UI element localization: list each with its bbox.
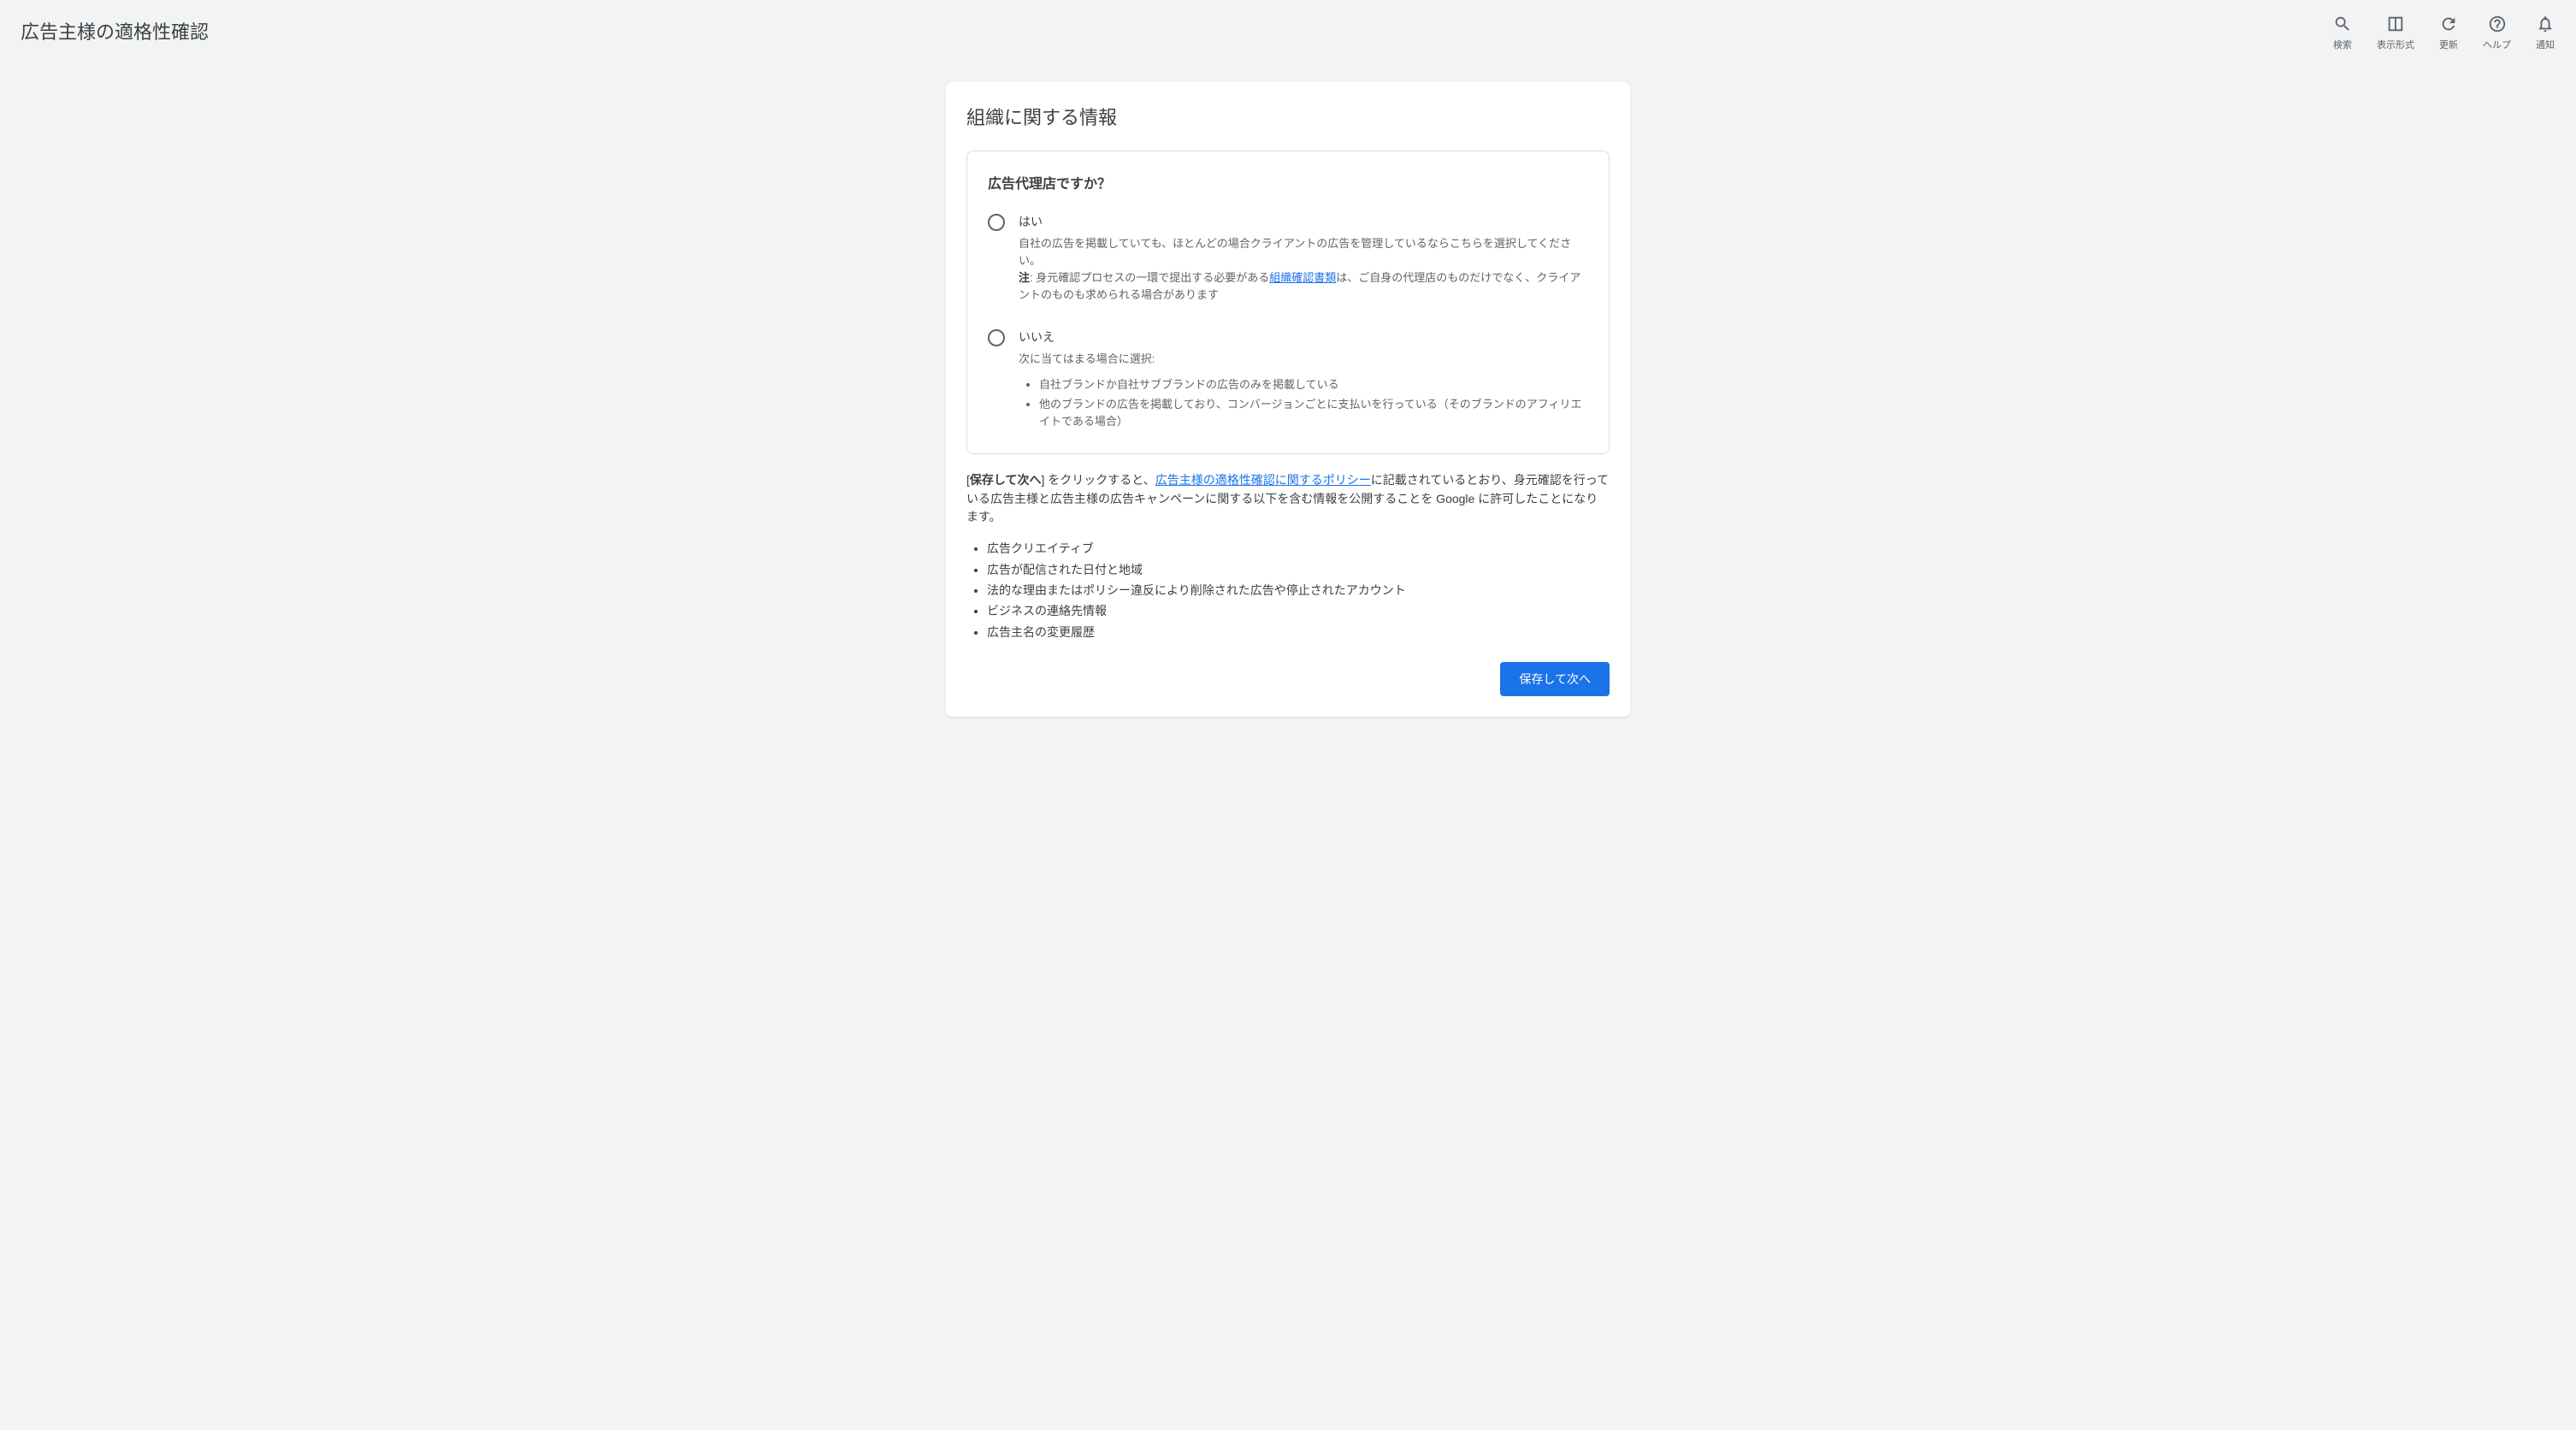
radio-desc-yes: 自社の広告を掲載していても、ほとんどの場合クライアントの広告を管理しているならこ…: [1019, 235, 1588, 304]
no-bullet-1: 自社ブランドか自社サブブランドの広告のみを掲載している: [1039, 376, 1588, 394]
info-list: 広告クリエイティブ 広告が配信された日付と地域 法的な理由またはポリシー違反によ…: [987, 539, 1610, 641]
search-label: 検索: [2333, 38, 2352, 51]
radio-circle-no[interactable]: [988, 329, 1005, 346]
save-next-button[interactable]: 保存して次へ: [1500, 662, 1610, 696]
button-row: 保存して次へ: [966, 662, 1610, 696]
radio-desc-no: 次に当てはまる場合に選択: 自社ブランドか自社サブブランドの広告のみを掲載してい…: [1019, 351, 1588, 432]
bell-icon: [2535, 14, 2555, 34]
notifications-button[interactable]: 通知: [2535, 14, 2555, 51]
radio-option-no[interactable]: いいえ 次に当てはまる場合に選択: 自社ブランドか自社サブブランドの広告のみを掲…: [988, 328, 1588, 434]
note-part1: : 身元確認プロセスの一環で提出する必要がある: [1030, 271, 1269, 284]
radio-content-no: いいえ 次に当てはまる場合に選択: 自社ブランドか自社サブブランドの広告のみを掲…: [1019, 328, 1588, 434]
refresh-icon: [2438, 14, 2459, 34]
appearance-icon: [2385, 14, 2406, 34]
help-icon: [2487, 14, 2508, 34]
help-label: ヘルプ: [2483, 38, 2511, 51]
no-bullet-2: 他のブランドの広告を掲載しており、コンバージョンごとに支払いを行っている（そのブ…: [1039, 396, 1588, 432]
appearance-button[interactable]: 表示形式: [2377, 14, 2414, 51]
page-title: 広告主様の適格性確認: [21, 14, 209, 44]
refresh-button[interactable]: 更新: [2438, 14, 2459, 51]
appearance-label: 表示形式: [2377, 38, 2414, 51]
help-button[interactable]: ヘルプ: [2483, 14, 2511, 51]
note-label: 注: [1019, 271, 1030, 284]
yes-desc-text: 自社の広告を掲載していても、ほとんどの場合クライアントの広告を管理しているならこ…: [1019, 237, 1571, 267]
policy-text: [保存して次へ] をクリックすると、広告主様の適格性確認に関するポリシーに記載さ…: [966, 471, 1610, 527]
notifications-label: 通知: [2536, 38, 2555, 51]
question-box: 広告代理店ですか？ はい 自社の広告を掲載していても、ほとんどの場合クライアント…: [966, 151, 1610, 454]
no-bullet-list: 自社ブランドか自社サブブランドの広告のみを掲載している 他のブランドの広告を掲載…: [1039, 376, 1588, 431]
info-bullet-5: 広告主名の変更履歴: [987, 623, 1610, 641]
info-bullet-4: ビジネスの連絡先情報: [987, 601, 1610, 620]
radio-label-yes: はい: [1019, 213, 1588, 230]
question-title: 広告代理店ですか？: [988, 172, 1588, 192]
radio-option-yes[interactable]: はい 自社の広告を掲載していても、ほとんどの場合クライアントの広告を管理している…: [988, 213, 1588, 304]
info-bullet-2: 広告が配信された日付と地域: [987, 560, 1610, 579]
org-docs-link[interactable]: 組織確認書類: [1269, 271, 1336, 284]
header-actions: 検索 表示形式 更新 ヘルプ 通知: [2332, 14, 2555, 51]
no-desc-text: 次に当てはまる場合に選択:: [1019, 352, 1155, 365]
search-icon: [2332, 14, 2353, 34]
card-title: 組織に関する情報: [966, 103, 1610, 130]
radio-label-no: いいえ: [1019, 328, 1588, 346]
info-bullet-1: 広告クリエイティブ: [987, 539, 1610, 558]
policy-after-bold: ] をクリックすると、: [1041, 473, 1155, 487]
radio-circle-yes[interactable]: [988, 214, 1005, 231]
search-button[interactable]: 検索: [2332, 14, 2353, 51]
info-bullet-3: 法的な理由またはポリシー違反により削除された広告や停止されたアカウント: [987, 581, 1610, 600]
refresh-label: 更新: [2439, 38, 2458, 51]
main-card: 組織に関する情報 広告代理店ですか？ はい 自社の広告を掲載していても、ほとんど…: [946, 82, 1630, 717]
policy-link[interactable]: 広告主様の適格性確認に関するポリシー: [1155, 473, 1371, 487]
policy-bold: 保存して次へ: [970, 473, 1042, 487]
radio-content-yes: はい 自社の広告を掲載していても、ほとんどの場合クライアントの広告を管理している…: [1019, 213, 1588, 304]
